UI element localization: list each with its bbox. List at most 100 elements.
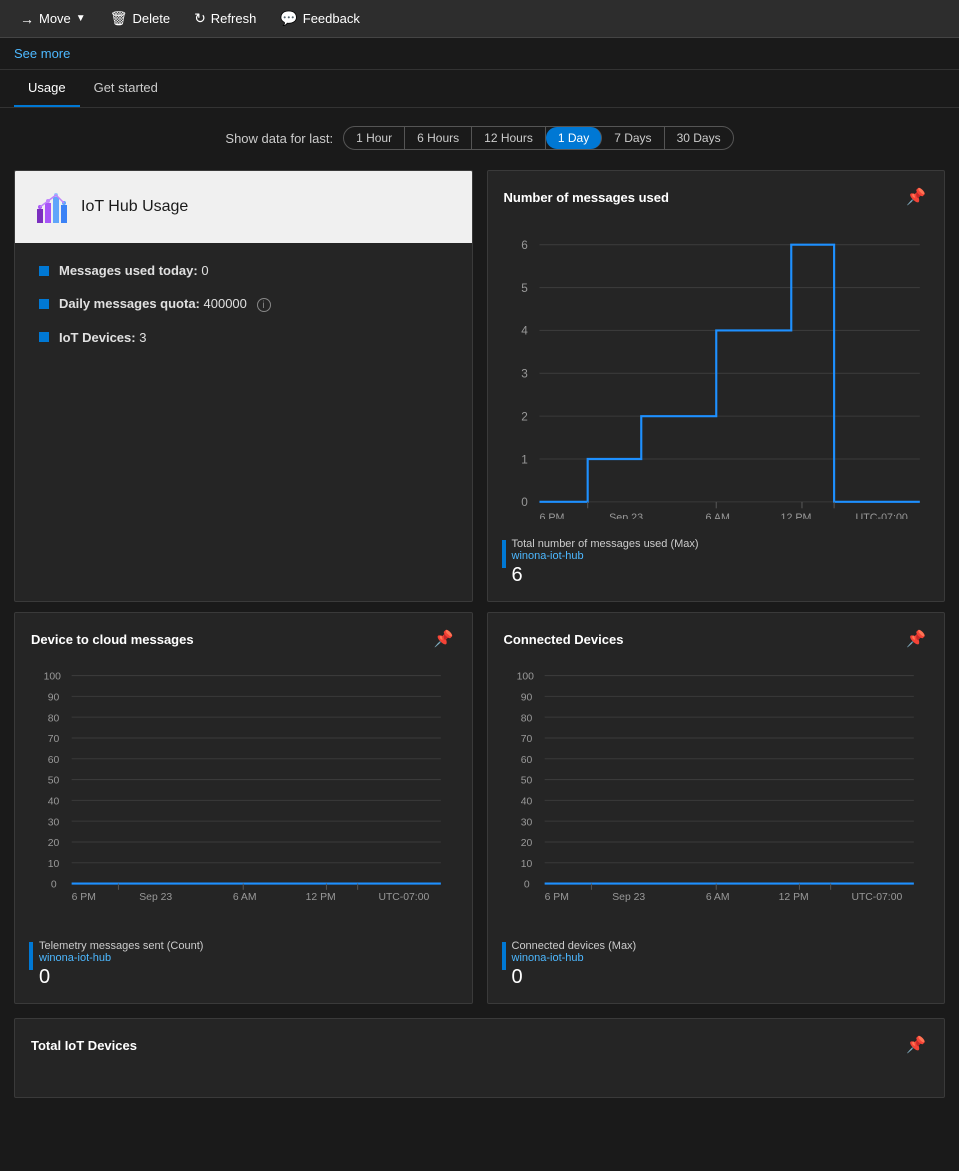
device-cloud-legend-label: Telemetry messages sent (Count)	[39, 940, 203, 952]
stat-messages-today: Messages used today: 0	[39, 263, 448, 278]
svg-text:6 AM: 6 AM	[233, 892, 257, 903]
move-button[interactable]: → Move ▼	[12, 7, 94, 31]
iot-hub-icon	[35, 189, 71, 225]
device-cloud-chart-container: 100 90 80 70 60 50 40 30 20 10 0	[15, 661, 472, 932]
time-btn-12hours[interactable]: 12 Hours	[472, 127, 546, 149]
connected-devices-chart-container: 100 90 80 70 60 50 40 30 20 10 0	[488, 661, 945, 932]
iot-stats: Messages used today: 0 Daily messages qu…	[15, 243, 472, 383]
legend-bar	[502, 540, 506, 568]
connected-devices-legend: Connected devices (Max) winona-iot-hub 0	[502, 940, 931, 989]
svg-text:90: 90	[48, 693, 60, 704]
see-more-link[interactable]: See more	[0, 38, 959, 70]
time-filter-label: Show data for last:	[225, 131, 333, 146]
refresh-button[interactable]: ↻ Refresh	[186, 6, 264, 31]
total-iot-pin-button[interactable]: 📌	[904, 1033, 928, 1057]
svg-text:Sep 23: Sep 23	[609, 512, 643, 519]
svg-text:0: 0	[523, 880, 529, 891]
svg-text:2: 2	[521, 410, 528, 423]
legend-bar-2	[29, 942, 33, 970]
connected-devices-header: Connected Devices 📌	[488, 613, 945, 661]
stat-iot-devices: IoT Devices: 3	[39, 330, 448, 345]
svg-text:4: 4	[521, 325, 528, 338]
info-icon[interactable]: i	[257, 298, 271, 312]
time-btn-30days[interactable]: 30 Days	[665, 127, 733, 149]
time-btn-1day[interactable]: 1 Day	[546, 127, 602, 149]
svg-text:UTC-07:00: UTC-07:00	[378, 892, 429, 903]
iot-card-header: IoT Hub Usage	[15, 171, 472, 243]
tab-get-started[interactable]: Get started	[80, 70, 172, 107]
messages-chart-legend: Total number of messages used (Max) wino…	[502, 538, 931, 587]
time-btn-1hour[interactable]: 1 Hour	[344, 127, 405, 149]
connected-devices-svg: 100 90 80 70 60 50 40 30 20 10 0	[500, 661, 933, 921]
svg-text:5: 5	[521, 282, 528, 295]
svg-text:6 PM: 6 PM	[539, 512, 564, 519]
messages-legend-value: 6	[512, 564, 699, 587]
svg-text:90: 90	[520, 693, 532, 704]
time-filter-bar: Show data for last: 1 Hour 6 Hours 12 Ho…	[0, 108, 959, 160]
messages-chart-footer: Total number of messages used (Max) wino…	[488, 530, 945, 601]
messages-pin-button[interactable]: 📌	[904, 185, 928, 209]
connected-devices-legend-value: 0	[512, 966, 637, 989]
connected-devices-footer: Connected devices (Max) winona-iot-hub 0	[488, 932, 945, 1003]
svg-text:6: 6	[521, 239, 528, 252]
tab-usage[interactable]: Usage	[14, 70, 80, 107]
svg-text:Sep 23: Sep 23	[139, 892, 172, 903]
svg-text:20: 20	[48, 838, 60, 849]
trash-icon: 🗑	[110, 10, 128, 27]
svg-text:40: 40	[48, 797, 60, 808]
device-cloud-card: Device to cloud messages 📌 100 90 80 70 …	[14, 612, 473, 1004]
svg-text:12 PM: 12 PM	[778, 892, 808, 903]
svg-text:50: 50	[520, 776, 532, 787]
delete-button[interactable]: 🗑 Delete	[102, 6, 178, 31]
legend-bar-3	[502, 942, 506, 970]
svg-text:70: 70	[520, 734, 532, 745]
time-btn-7days[interactable]: 7 Days	[602, 127, 664, 149]
device-cloud-svg: 100 90 80 70 60 50 40 30 20 10 0	[27, 661, 460, 921]
total-iot-section: Total IoT Devices 📌	[0, 1018, 959, 1112]
messages-chart-title: Number of messages used	[504, 190, 669, 205]
move-icon: →	[20, 11, 34, 27]
svg-text:50: 50	[48, 776, 60, 787]
iot-usage-card: IoT Hub Usage Messages used today: 0 Dai…	[14, 170, 473, 602]
dashboard-bottom: Device to cloud messages 📌 100 90 80 70 …	[0, 612, 959, 1018]
stat-dot	[39, 266, 49, 276]
tab-bar: Usage Get started	[0, 70, 959, 108]
svg-text:UTC-07:00: UTC-07:00	[855, 512, 907, 519]
refresh-icon: ↻	[194, 10, 206, 27]
messages-legend-name: winona-iot-hub	[512, 550, 699, 562]
svg-text:30: 30	[520, 817, 532, 828]
messages-chart-container: 6 5 4 3 2 1 0 6 PM Sep 23	[488, 219, 945, 530]
stat-dot-3	[39, 332, 49, 342]
svg-text:0: 0	[51, 880, 57, 891]
svg-text:0: 0	[521, 496, 528, 509]
svg-text:6 AM: 6 AM	[705, 512, 729, 519]
total-iot-card: Total IoT Devices 📌	[14, 1018, 945, 1098]
svg-text:3: 3	[521, 368, 528, 381]
time-btn-6hours[interactable]: 6 Hours	[405, 127, 472, 149]
time-filter-buttons: 1 Hour 6 Hours 12 Hours 1 Day 7 Days 30 …	[343, 126, 734, 150]
connected-devices-legend-name: winona-iot-hub	[512, 952, 637, 964]
messages-legend-label: Total number of messages used (Max)	[512, 538, 699, 550]
svg-text:Sep 23: Sep 23	[612, 892, 645, 903]
svg-text:80: 80	[48, 713, 60, 724]
svg-text:100: 100	[44, 672, 62, 683]
svg-text:100: 100	[516, 672, 534, 683]
feedback-button[interactable]: 💬 Feedback	[272, 6, 368, 31]
messages-chart-card: Number of messages used 📌 6 5 4 3 2 1 0	[487, 170, 946, 602]
svg-text:6 PM: 6 PM	[544, 892, 568, 903]
connected-devices-pin-button[interactable]: 📌	[904, 627, 928, 651]
messages-chart-svg: 6 5 4 3 2 1 0 6 PM Sep 23	[500, 219, 933, 519]
iot-card-title: IoT Hub Usage	[81, 198, 188, 216]
total-iot-header: Total IoT Devices 📌	[15, 1019, 944, 1067]
connected-devices-legend-label: Connected devices (Max)	[512, 940, 637, 952]
svg-text:40: 40	[520, 797, 532, 808]
messages-chart-header: Number of messages used 📌	[488, 171, 945, 219]
dashboard-top: IoT Hub Usage Messages used today: 0 Dai…	[0, 160, 959, 612]
svg-text:6 PM: 6 PM	[72, 892, 96, 903]
connected-devices-card: Connected Devices 📌 100 90 80 70 60 50 4…	[487, 612, 946, 1004]
feedback-icon: 💬	[280, 10, 297, 27]
svg-text:70: 70	[48, 734, 60, 745]
svg-text:12 PM: 12 PM	[780, 512, 811, 519]
chevron-down-icon: ▼	[76, 13, 86, 24]
device-cloud-pin-button[interactable]: 📌	[432, 627, 456, 651]
